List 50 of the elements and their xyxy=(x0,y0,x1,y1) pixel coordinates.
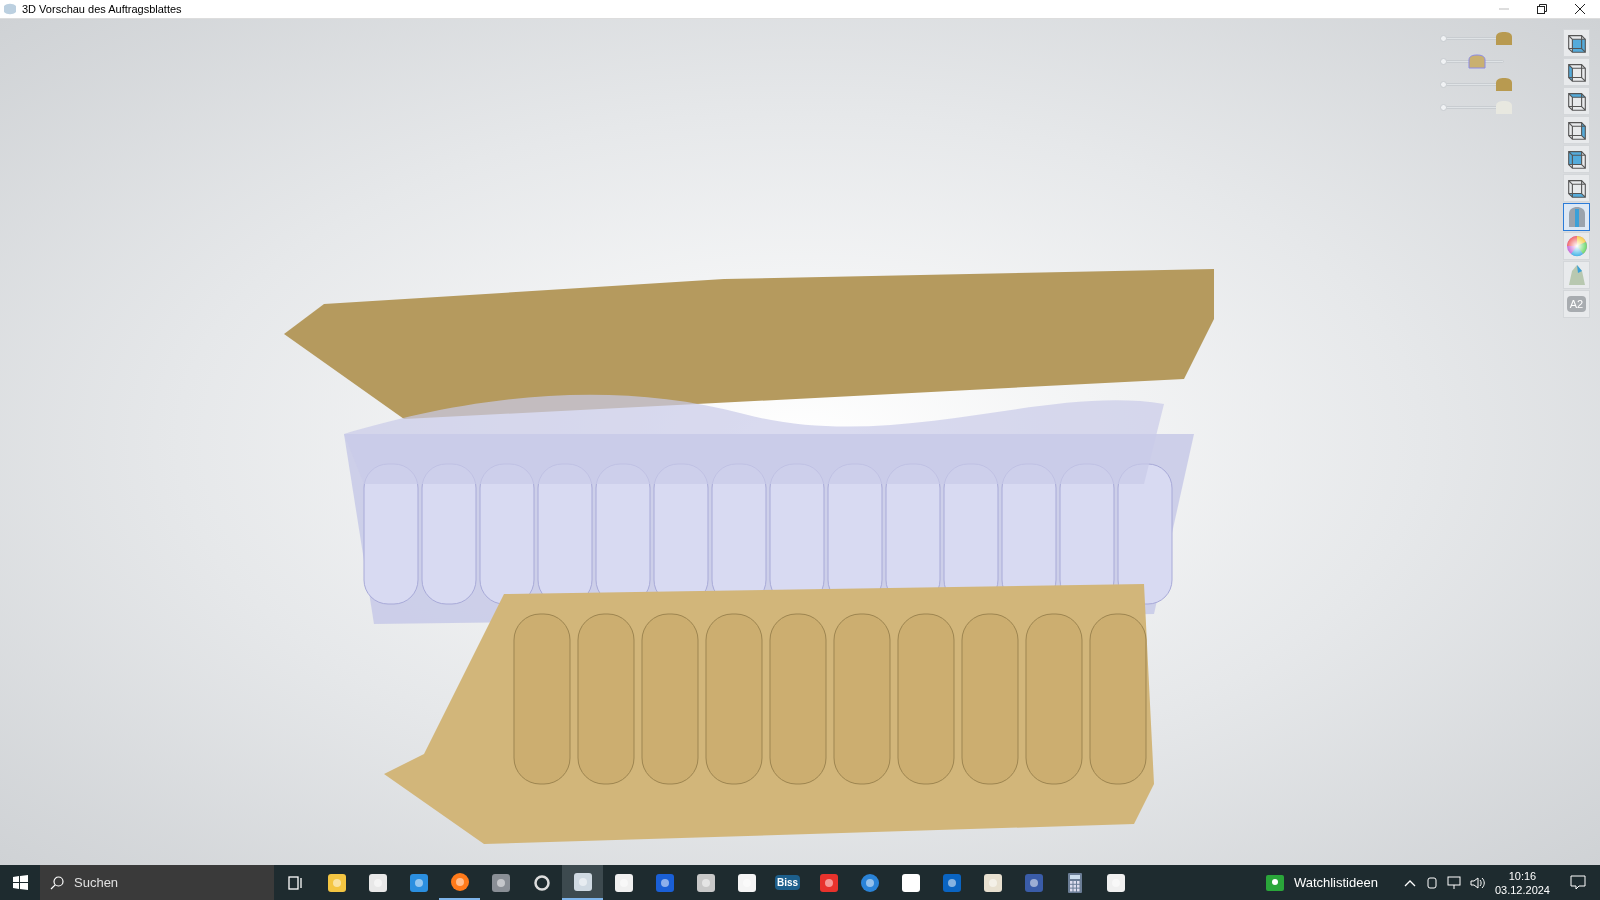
app-icon xyxy=(490,872,511,893)
app-icon xyxy=(367,872,388,893)
close-icon[interactable] xyxy=(1575,4,1585,14)
slider-thumb[interactable] xyxy=(1494,100,1514,116)
calculator-icon xyxy=(1067,872,1082,893)
slider[interactable] xyxy=(1440,100,1514,116)
app-icon xyxy=(941,872,962,893)
app-icon xyxy=(818,872,839,893)
task-view-icon xyxy=(287,875,304,890)
app-icon xyxy=(900,872,921,893)
app-icon xyxy=(613,872,634,893)
search-field[interactable]: Suchen xyxy=(40,865,274,900)
search-icon xyxy=(50,875,64,890)
color-wheel-icon xyxy=(1565,235,1588,257)
network-icon[interactable] xyxy=(1446,875,1462,890)
app-icon xyxy=(3,3,17,15)
clock-date: 03.12.2024 xyxy=(1494,882,1550,897)
notification-icon[interactable] xyxy=(1570,875,1586,890)
slider[interactable] xyxy=(1440,31,1514,47)
widget-label[interactable]: Watchlistideen xyxy=(1293,872,1378,893)
windows-logo-icon xyxy=(12,875,28,890)
app-icon xyxy=(408,872,429,893)
app-logo: Biss xyxy=(774,875,801,890)
slider-thumb[interactable] xyxy=(1467,54,1487,70)
app-icon xyxy=(695,872,716,893)
restore-icon[interactable] xyxy=(1537,4,1547,14)
slider[interactable] xyxy=(1440,77,1514,93)
clock-time: 10:16 xyxy=(1508,868,1537,883)
app-icon xyxy=(736,872,757,893)
ring-icon xyxy=(532,873,551,892)
app-icon xyxy=(982,872,1003,893)
taskbar-app-button[interactable]: Biss xyxy=(767,865,808,900)
shade-label: A2 xyxy=(1566,296,1587,312)
window-title: 3D Vorschau des Auftragsblattes xyxy=(22,1,182,17)
volume-icon[interactable] xyxy=(1469,875,1485,890)
app-icon xyxy=(1023,872,1044,893)
app-icon xyxy=(449,871,470,892)
view-tool-button[interactable] xyxy=(1563,203,1590,231)
slider-thumb[interactable] xyxy=(1494,31,1514,47)
app-icon xyxy=(572,871,593,892)
app-icon xyxy=(326,872,347,893)
device-icon[interactable] xyxy=(1425,875,1438,890)
app-icon xyxy=(1105,872,1126,893)
slider-thumb[interactable] xyxy=(1494,77,1514,93)
app-icon xyxy=(654,872,675,893)
app-icon xyxy=(859,872,880,893)
widget-icon xyxy=(1265,874,1284,891)
chevron-up-icon[interactable] xyxy=(1403,878,1416,887)
taskbar-app-button[interactable] xyxy=(562,865,603,900)
clock[interactable]: 10:16 03.12.2024 xyxy=(1494,868,1550,897)
